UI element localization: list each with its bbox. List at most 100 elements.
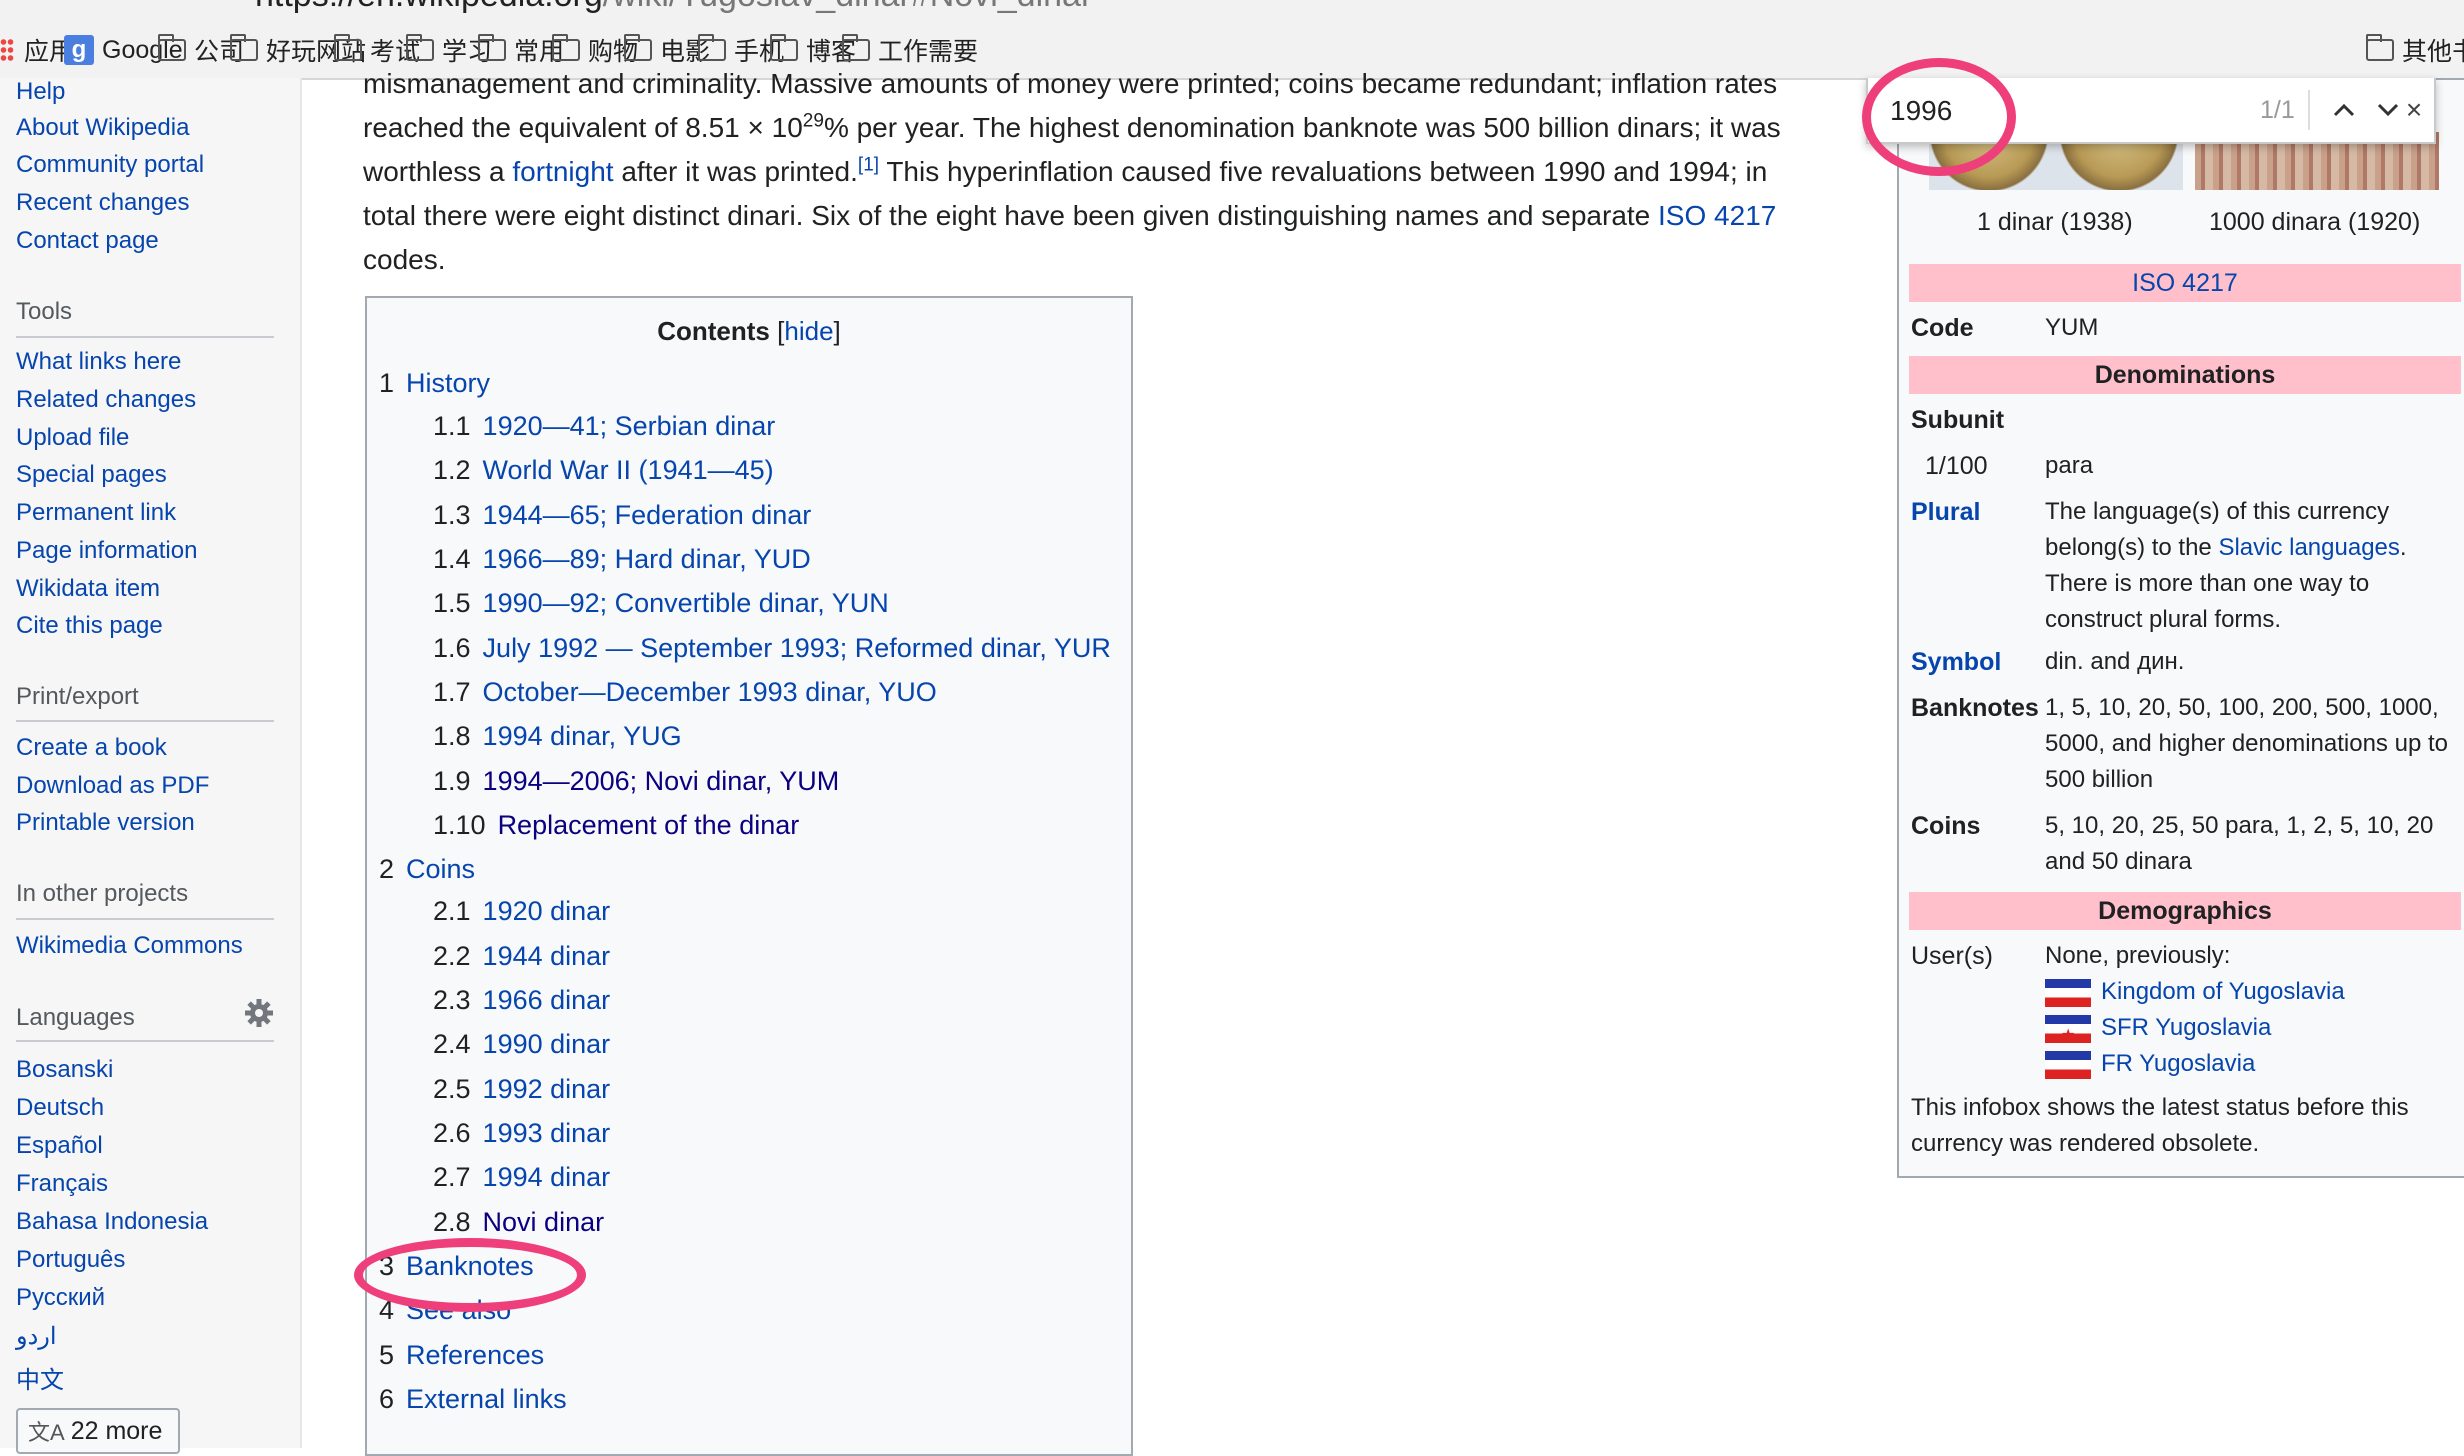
toc-link[interactable]: 1944—65; Federation dinar <box>483 500 812 530</box>
toc-item[interactable]: 1.9 1994—2006; Novi dinar, YUM <box>433 766 839 797</box>
sidebar-link-upload-file[interactable]: Upload file <box>16 424 129 452</box>
language-link[interactable]: اردو <box>16 1322 57 1351</box>
language-link[interactable]: Bahasa Indonesia <box>16 1208 208 1236</box>
sidebar-link-page-information[interactable]: Page information <box>16 537 197 565</box>
toc-item[interactable]: 1 History <box>379 368 490 399</box>
gear-icon[interactable] <box>244 998 274 1028</box>
user-link[interactable]: FR Yugoslavia <box>2101 1050 2255 1077</box>
toc-link[interactable]: Replacement of the dinar <box>498 810 800 840</box>
toc-item[interactable]: 1.8 1994 dinar, YUG <box>433 721 682 752</box>
more-languages-button[interactable]: 文A 22 more <box>16 1408 180 1454</box>
toc-item[interactable]: 2.2 1944 dinar <box>433 941 610 972</box>
toc-link[interactable]: 1920 dinar <box>483 896 611 926</box>
sidebar-link-about[interactable]: About Wikipedia <box>16 114 189 142</box>
toc-item[interactable]: 6 External links <box>379 1384 567 1415</box>
close-icon[interactable]: × <box>2396 92 2432 128</box>
sidebar-link-what-links-here[interactable]: What links here <box>16 348 181 376</box>
toc-link[interactable]: 1990 dinar <box>483 1029 611 1059</box>
url-text[interactable]: https://en.wikipedia.org/wiki/Yugoslav_d… <box>255 0 1092 15</box>
toc-link[interactable]: See also <box>406 1295 511 1325</box>
toc-link[interactable]: 1990—92; Convertible dinar, YUN <box>483 588 889 618</box>
toc-item[interactable]: 1.6 July 1992 — September 1993; Reformed … <box>433 633 1111 664</box>
language-link[interactable]: 中文 <box>16 1360 64 1395</box>
toc-item[interactable]: 1.4 1966—89; Hard dinar, YUD <box>433 544 811 575</box>
toc-link[interactable]: External links <box>406 1384 567 1414</box>
address-bar[interactable]: https://en.wikipedia.org/wiki/Yugoslav_d… <box>0 0 2464 20</box>
toc-item[interactable]: 1.1 1920—41; Serbian dinar <box>433 411 775 442</box>
plural-label[interactable]: Plural <box>1911 498 1980 527</box>
coins-value: 5, 10, 20, 25, 50 para, 1, 2, 5, 10, 20 … <box>2045 812 2434 875</box>
toc-item[interactable]: 1.10 Replacement of the dinar <box>433 810 799 841</box>
toc-link[interactable]: 1994 dinar <box>483 1162 611 1192</box>
toc-link[interactable]: Novi dinar <box>483 1207 605 1237</box>
sidebar-link-help[interactable]: Help <box>16 78 65 106</box>
toc-item[interactable]: 5 References <box>379 1340 544 1371</box>
sidebar-link-special-pages[interactable]: Special pages <box>16 461 167 489</box>
toc-item[interactable]: 1.7 October—December 1993 dinar, YUO <box>433 677 937 708</box>
language-link[interactable]: Português <box>16 1246 125 1274</box>
bookmark-folder-other[interactable]: 其他书 <box>2366 32 2464 68</box>
folder-icon <box>334 34 362 61</box>
toc-item[interactable]: 3 Banknotes <box>379 1251 534 1282</box>
sidebar-link-cite-page[interactable]: Cite this page <box>16 612 163 640</box>
sidebar-link-printable-version[interactable]: Printable version <box>16 809 195 837</box>
toc-item[interactable]: 2.7 1994 dinar <box>433 1162 610 1193</box>
language-link[interactable]: Français <box>16 1170 108 1198</box>
reference-link[interactable]: [1] <box>858 155 879 176</box>
sidebar-link-create-book[interactable]: Create a book <box>16 734 167 762</box>
toc-link[interactable]: 1992 dinar <box>483 1074 611 1104</box>
toc-link[interactable]: World War II (1941—45) <box>483 455 774 485</box>
toc-item[interactable]: 1.5 1990—92; Convertible dinar, YUN <box>433 588 889 619</box>
sidebar-link-download-pdf[interactable]: Download as PDF <box>16 772 209 800</box>
toc-item[interactable]: 2.1 1920 dinar <box>433 896 610 927</box>
fortnight-link[interactable]: fortnight <box>512 156 613 187</box>
language-link[interactable]: Deutsch <box>16 1094 104 1122</box>
toc-link[interactable]: 1966—89; Hard dinar, YUD <box>483 544 811 574</box>
toc-link[interactable]: 1993 dinar <box>483 1118 611 1148</box>
user-link[interactable]: SFR Yugoslavia <box>2101 1014 2271 1041</box>
iso-4217-band[interactable]: ISO 4217 <box>1909 264 2461 302</box>
toc-link[interactable]: 1994—2006; Novi dinar, YUM <box>483 766 840 796</box>
toc-link[interactable]: 1966 dinar <box>483 985 611 1015</box>
toc-item[interactable]: 2.6 1993 dinar <box>433 1118 610 1149</box>
toc-item[interactable]: 2.4 1990 dinar <box>433 1029 610 1060</box>
toc-link[interactable]: 1994 dinar, YUG <box>483 721 682 751</box>
user-fr-yugoslavia[interactable]: FR Yugoslavia <box>2045 1046 2464 1082</box>
user-kingdom-of-yugoslavia[interactable]: Kingdom of Yugoslavia <box>2045 974 2464 1010</box>
toc-item[interactable]: 2.3 1966 dinar <box>433 985 610 1016</box>
sidebar-link-related-changes[interactable]: Related changes <box>16 386 196 414</box>
find-previous-button[interactable] <box>2326 92 2362 128</box>
toc-item[interactable]: 1.3 1944—65; Federation dinar <box>433 500 811 531</box>
user-sfr-yugoslavia[interactable]: SFR Yugoslavia <box>2045 1010 2464 1054</box>
sidebar-link-permanent-link[interactable]: Permanent link <box>16 499 176 527</box>
sidebar-link-wikimedia-commons[interactable]: Wikimedia Commons <box>16 932 243 960</box>
toc-link[interactable]: 1920—41; Serbian dinar <box>483 411 776 441</box>
bookmark-apps[interactable]: 应用 <box>0 32 74 68</box>
toc-hide-link[interactable]: hide <box>784 316 833 346</box>
toc-item[interactable]: 4 See also <box>379 1295 511 1326</box>
iso-4217-link[interactable]: ISO 4217 <box>1658 200 1776 231</box>
folder-icon <box>552 34 580 61</box>
toc-item[interactable]: 2 Coins <box>379 854 475 885</box>
toc-item[interactable]: 2.8 Novi dinar <box>433 1207 604 1238</box>
sidebar-link-contact[interactable]: Contact page <box>16 227 159 255</box>
symbol-label[interactable]: Symbol <box>1911 648 2001 677</box>
language-link[interactable]: Bosanski <box>16 1056 113 1084</box>
sidebar-link-recent-changes[interactable]: Recent changes <box>16 189 189 217</box>
toc-link[interactable]: October—December 1993 dinar, YUO <box>483 677 937 707</box>
find-input[interactable] <box>1888 88 2132 134</box>
sidebar-link-wikidata-item[interactable]: Wikidata item <box>16 575 160 603</box>
toc-link[interactable]: References <box>406 1340 544 1370</box>
toc-link[interactable]: Coins <box>406 854 475 884</box>
toc-item[interactable]: 2.5 1992 dinar <box>433 1074 610 1105</box>
toc-link[interactable]: 1944 dinar <box>483 941 611 971</box>
toc-link[interactable]: History <box>406 368 490 398</box>
language-link[interactable]: Русский <box>16 1284 105 1312</box>
sidebar-link-community[interactable]: Community portal <box>16 151 204 179</box>
user-link[interactable]: Kingdom of Yugoslavia <box>2101 978 2345 1005</box>
slavic-languages-link[interactable]: Slavic languages <box>2218 534 2399 561</box>
language-link[interactable]: Español <box>16 1132 103 1160</box>
toc-item[interactable]: 1.2 World War II (1941—45) <box>433 455 774 486</box>
toc-link[interactable]: July 1992 — September 1993; Reformed din… <box>483 633 1111 663</box>
toc-link[interactable]: Banknotes <box>406 1251 534 1281</box>
